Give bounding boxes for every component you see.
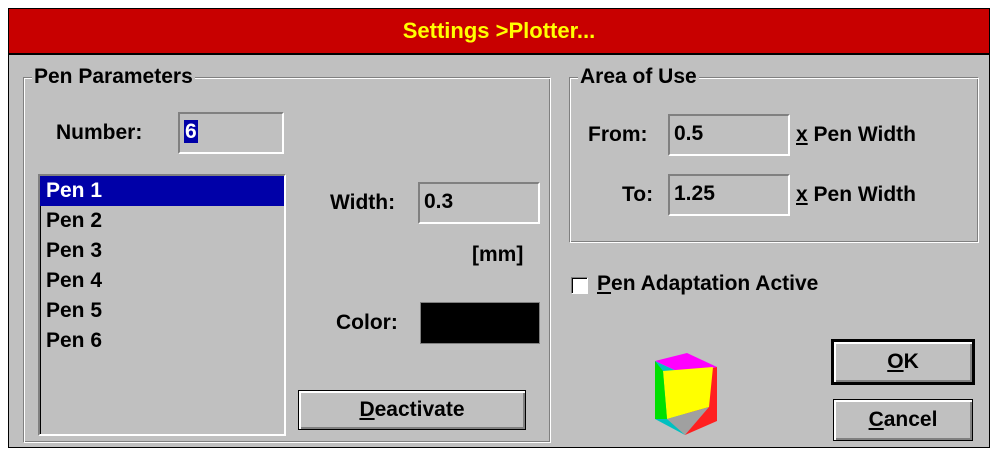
area-of-use-title: Area of Use bbox=[578, 64, 699, 90]
plotter-settings-dialog: Settings >Plotter... Pen Parameters Numb… bbox=[8, 8, 990, 448]
cancel-mnemonic: C bbox=[868, 408, 884, 431]
width-label: Width: bbox=[330, 191, 396, 214]
pen-list[interactable]: Pen 1 Pen 2 Pen 3 Pen 4 Pen 5 Pen 6 bbox=[38, 174, 286, 436]
from-field[interactable]: 0.5 bbox=[668, 114, 790, 156]
area-of-use-group: Area of Use From: 0.5 x Pen Width To: 1.… bbox=[569, 64, 979, 243]
to-suffix-text: Pen Width bbox=[807, 183, 916, 206]
pen-adaptation-text: en Adaptation Active bbox=[611, 272, 819, 295]
pen-list-item[interactable]: Pen 1 bbox=[40, 176, 284, 206]
number-field[interactable]: 6 bbox=[178, 112, 284, 154]
to-suffix: x Pen Width bbox=[796, 182, 916, 208]
pen-list-item[interactable]: Pen 3 bbox=[40, 236, 284, 266]
pen-list-item[interactable]: Pen 6 bbox=[40, 326, 284, 356]
deactivate-mnemonic: D bbox=[359, 398, 375, 421]
dialog-title: Settings >Plotter... bbox=[9, 9, 989, 55]
from-suffix-text: Pen Width bbox=[807, 123, 916, 146]
ok-button[interactable]: OK bbox=[831, 339, 975, 385]
number-value: 6 bbox=[184, 120, 198, 143]
pen-parameters-group: Pen Parameters Number: 6 Pen 1 Pen 2 Pen 3… bbox=[23, 64, 551, 443]
cancel-button[interactable]: Cancel bbox=[833, 399, 973, 441]
pen-adaptation-checkbox[interactable] bbox=[571, 277, 588, 294]
pen-list-items: Pen 1 Pen 2 Pen 3 Pen 4 Pen 5 Pen 6 bbox=[40, 176, 284, 356]
ok-mnemonic: O bbox=[887, 350, 904, 373]
width-unit: [mm] bbox=[472, 243, 524, 266]
pen-list-item[interactable]: Pen 5 bbox=[40, 296, 284, 326]
width-field[interactable]: 0.3 bbox=[418, 182, 540, 224]
to-field[interactable]: 1.25 bbox=[668, 174, 790, 216]
deactivate-button[interactable]: Deactivate bbox=[298, 390, 526, 430]
cancel-label: ancel bbox=[883, 408, 938, 431]
from-label: From: bbox=[588, 123, 648, 146]
pen-adaptation-label[interactable]: Pen Adaptation Active bbox=[597, 271, 818, 297]
colored-cube-icon bbox=[655, 353, 717, 435]
pen-adaptation-mnemonic: P bbox=[597, 272, 612, 295]
to-label: To: bbox=[622, 183, 654, 206]
pen-list-item[interactable]: Pen 4 bbox=[40, 266, 284, 296]
pen-parameters-title: Pen Parameters bbox=[32, 64, 195, 90]
number-label: Number: bbox=[56, 121, 143, 144]
deactivate-label: eactivate bbox=[374, 398, 465, 421]
pen-color-swatch[interactable] bbox=[420, 302, 540, 344]
pen-list-item[interactable]: Pen 2 bbox=[40, 206, 284, 236]
from-suffix: x Pen Width bbox=[796, 122, 916, 148]
ok-label: K bbox=[903, 350, 919, 373]
color-label: Color: bbox=[336, 311, 398, 334]
to-suffix-x: x bbox=[796, 183, 808, 206]
from-suffix-x: x bbox=[796, 123, 808, 146]
